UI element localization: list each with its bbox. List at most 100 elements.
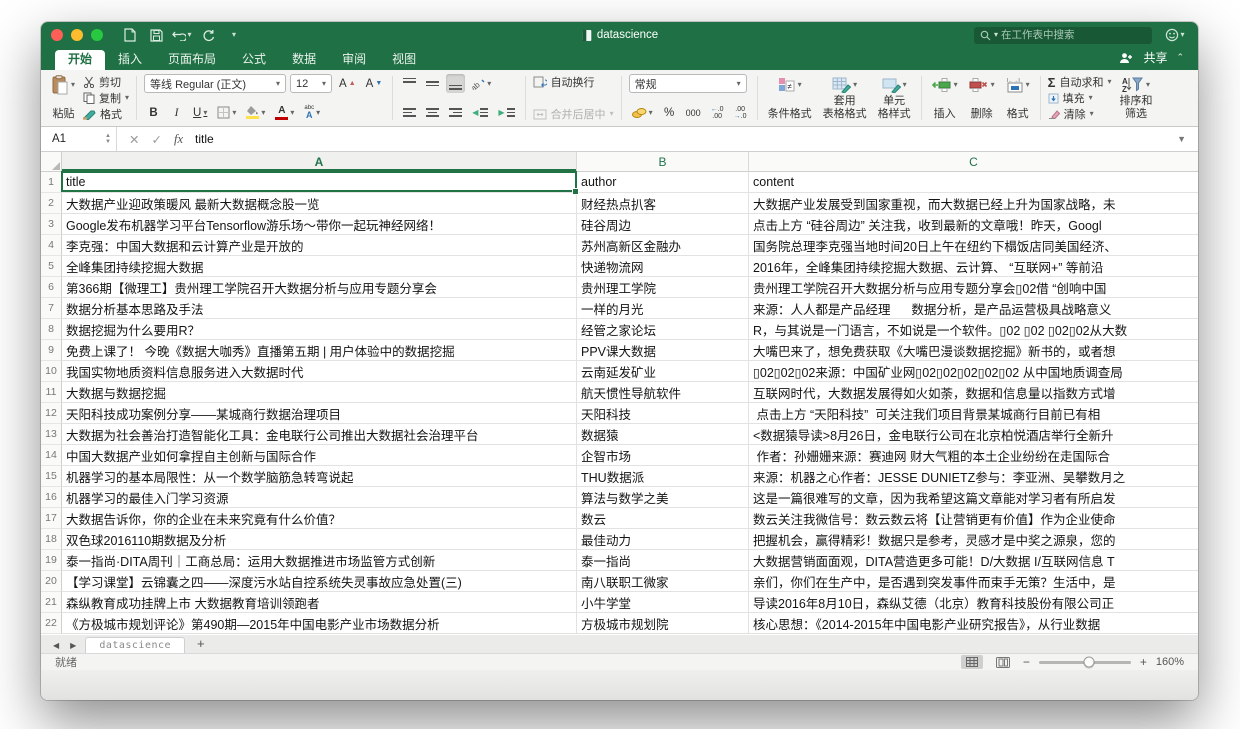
cell-c[interactable]: R，与其说是一门语言，不如说是一个软件。▯02 ▯02 ▯02▯02从大数 bbox=[749, 319, 1198, 340]
cell-a[interactable]: 《方极城市规划评论》第490期—2015年中国电影产业市场数据分析 bbox=[62, 613, 577, 634]
cell-b[interactable]: 财经热点扒客 bbox=[577, 193, 749, 214]
cell-c[interactable]: 2016年，全峰集团持续挖掘大数据、云计算、 “互联网+” 等前沿 bbox=[749, 256, 1198, 277]
cell-a[interactable]: title bbox=[62, 172, 577, 193]
cell-b[interactable]: author bbox=[577, 172, 749, 193]
cell-b[interactable]: 最佳动力 bbox=[577, 529, 749, 550]
row-number[interactable]: 13 bbox=[41, 424, 62, 445]
cell-b[interactable]: 算法与数学之美 bbox=[577, 487, 749, 508]
row-number[interactable]: 10 bbox=[41, 361, 62, 382]
paste-button[interactable]: ▾ 粘贴 bbox=[49, 74, 78, 122]
cell-c[interactable]: 互联网时代，大数据发展得如火如荼，数据和信息量以指数方式增 bbox=[749, 382, 1198, 403]
cell-c[interactable]: 大数据产业发展受到国家重视，而大数据已经上升为国家战略，未 bbox=[749, 193, 1198, 214]
collapse-ribbon-chevron-icon[interactable]: ⌃ bbox=[1176, 52, 1184, 63]
cell-c[interactable]: ▯02▯02▯02来源：中国矿业网▯02▯02▯02▯02▯02 从中国地质调查… bbox=[749, 361, 1198, 382]
row-number[interactable]: 21 bbox=[41, 592, 62, 613]
cell-a[interactable]: 双色球2016110期数据及分析 bbox=[62, 529, 577, 550]
feedback-smiley-button[interactable]: ▾ bbox=[1162, 25, 1188, 45]
tab-formulas[interactable]: 公式 bbox=[229, 50, 279, 70]
cell-c[interactable]: 点击上方 “天阳科技” 可关注我们项目背景某城商行目前已有相 bbox=[749, 403, 1198, 424]
cell-a[interactable]: 大数据产业迎政策暖风 最新大数据概念股一览 bbox=[62, 193, 577, 214]
cell-a[interactable]: 天阳科技成功案例分享——某城商行数据治理项目 bbox=[62, 403, 577, 424]
row-number[interactable]: 17 bbox=[41, 508, 62, 529]
cell-a[interactable]: 免费上课了！ 今晚《数据大咖秀》直播第五期 | 用户体验中的数据挖掘 bbox=[62, 340, 577, 361]
add-sheet-button[interactable]: + bbox=[192, 636, 210, 653]
row-number[interactable]: 4 bbox=[41, 235, 62, 256]
fill-button[interactable]: 填充 ▾ bbox=[1048, 90, 1112, 106]
cancel-icon[interactable]: ✕ bbox=[129, 132, 139, 147]
align-center-button[interactable] bbox=[423, 103, 442, 122]
name-box-stepper[interactable]: ▲▼ bbox=[105, 133, 111, 145]
cell-c[interactable]: 这是一篇很难写的文章，因为我希望这篇文章能对学习者有所启发 bbox=[749, 487, 1198, 508]
phonetic-guide-button[interactable]: abcA ▾ bbox=[301, 103, 323, 122]
formula-input[interactable]: title bbox=[195, 132, 214, 146]
cell-c[interactable]: 数云关注我微信号：数云数云将【让营销更有价值】作为企业使命 bbox=[749, 508, 1198, 529]
align-middle-button[interactable] bbox=[423, 74, 442, 93]
cell-a[interactable]: 第366期【微理工】贵州理工学院召开大数据分析与应用专题分享会 bbox=[62, 277, 577, 298]
percent-style-button[interactable]: % bbox=[660, 103, 679, 122]
cell-a[interactable]: 数据挖掘为什么要用R？ bbox=[62, 319, 577, 340]
cell-b[interactable]: 企智市场 bbox=[577, 445, 749, 466]
copy-button[interactable]: 复制 ▾ bbox=[83, 90, 129, 106]
cell-c[interactable]: 大数据营销面面观，DITA营造更多可能！D/大数据 I/互联网信息 T bbox=[749, 550, 1198, 571]
share-button[interactable]: 共享 bbox=[1143, 49, 1167, 66]
cell-c[interactable]: 大嘴巴来了，想免费获取《大嘴巴漫谈数据挖掘》新书的，或者想 bbox=[749, 340, 1198, 361]
row-number[interactable]: 15 bbox=[41, 466, 62, 487]
zoom-slider-thumb[interactable] bbox=[1084, 657, 1095, 668]
wrap-text-button[interactable]: 自动换行 bbox=[533, 74, 614, 90]
cell-c[interactable]: 来源：人人都是产品经理 数据分析，是产品运营极具战略意义 bbox=[749, 298, 1198, 319]
tab-home[interactable]: 开始 bbox=[55, 50, 105, 70]
cell-b[interactable]: PPV课大数据 bbox=[577, 340, 749, 361]
delete-cells-button[interactable]: ▾ 删除 bbox=[966, 74, 998, 122]
customize-toolbar-button[interactable]: ▾ bbox=[221, 25, 247, 45]
tab-insert[interactable]: 插入 bbox=[105, 50, 155, 70]
search-input[interactable] bbox=[1001, 29, 1131, 41]
autosum-button[interactable]: Σ 自动求和 ▾ bbox=[1048, 74, 1112, 90]
cell-b[interactable]: 一样的月光 bbox=[577, 298, 749, 319]
row-number[interactable]: 9 bbox=[41, 340, 62, 361]
row-number[interactable]: 19 bbox=[41, 550, 62, 571]
zoom-level[interactable]: 160% bbox=[1156, 656, 1184, 668]
redo-button[interactable] bbox=[195, 25, 221, 45]
format-cells-button[interactable]: I←→I▾ 格式 bbox=[1003, 74, 1033, 122]
cell-c[interactable]: 把握机会，赢得精彩！数据只是参考，灵感才是中奖之源泉，您的 bbox=[749, 529, 1198, 550]
search-scope-caret-icon[interactable]: ▾ bbox=[994, 31, 998, 39]
search-box[interactable]: ▾ bbox=[974, 27, 1152, 44]
cell-b[interactable]: 经管之家论坛 bbox=[577, 319, 749, 340]
cell-a[interactable]: 机器学习的基本局限性：从一个数学脑筋急转弯说起 bbox=[62, 466, 577, 487]
zoom-window-button[interactable] bbox=[91, 29, 103, 41]
cell-a[interactable]: 大数据与数据挖掘 bbox=[62, 382, 577, 403]
decrease-font-size-button[interactable]: A▼ bbox=[363, 74, 386, 93]
row-number[interactable]: 6 bbox=[41, 277, 62, 298]
cell-a[interactable]: Google发布机器学习平台Tensorflow游乐场～带你一起玩神经网络！ bbox=[62, 214, 577, 235]
zoom-out-button[interactable]: − bbox=[1023, 656, 1030, 668]
row-number[interactable]: 18 bbox=[41, 529, 62, 550]
column-header-c[interactable]: C bbox=[749, 152, 1198, 171]
underline-button[interactable]: U▾ bbox=[190, 103, 210, 122]
cell-a[interactable]: 我国实物地质资料信息服务进入大数据时代 bbox=[62, 361, 577, 382]
row-number[interactable]: 5 bbox=[41, 256, 62, 277]
cell-a[interactable]: 森纵教育成功挂牌上市 大数据教育培训领跑者 bbox=[62, 592, 577, 613]
row-number[interactable]: 20 bbox=[41, 571, 62, 592]
format-painter-button[interactable]: 格式 bbox=[83, 106, 129, 122]
increase-indent-button[interactable]: ▶ bbox=[495, 103, 517, 122]
column-header-a[interactable]: A bbox=[62, 152, 577, 171]
format-as-table-button[interactable]: ▾ 套用表格格式 bbox=[820, 74, 870, 122]
cell-b[interactable]: THU数据派 bbox=[577, 466, 749, 487]
italic-button[interactable]: I bbox=[167, 103, 186, 122]
insert-function-icon[interactable]: fx bbox=[174, 132, 183, 147]
row-number[interactable]: 16 bbox=[41, 487, 62, 508]
align-bottom-button[interactable] bbox=[446, 74, 465, 93]
cell-c[interactable]: <数据猿导读>8月26日，金电联行公司在北京柏悦酒店举行全新升 bbox=[749, 424, 1198, 445]
page-layout-view-button[interactable] bbox=[992, 655, 1014, 669]
increase-decimal-button[interactable]: ←.0.00 bbox=[708, 103, 727, 122]
cell-c[interactable]: 贵州理工学院召开大数据分析与应用专题分享会▯02借 “创响中国 bbox=[749, 277, 1198, 298]
cell-c[interactable]: 点击上方 “硅谷周边” 关注我，收到最新的文章哦！昨天，Googl bbox=[749, 214, 1198, 235]
next-sheet-arrow-icon[interactable]: ▶ bbox=[68, 641, 78, 653]
cell-b[interactable]: 方极城市规划院 bbox=[577, 613, 749, 634]
row-number[interactable]: 14 bbox=[41, 445, 62, 466]
cell-b[interactable]: 南八联职工微家 bbox=[577, 571, 749, 592]
cell-c[interactable]: content bbox=[749, 172, 1198, 193]
cell-c[interactable]: 导读2016年8月10日，森纵艾德（北京）教育科技股份有限公司正 bbox=[749, 592, 1198, 613]
zoom-slider[interactable] bbox=[1039, 661, 1131, 664]
cell-b[interactable]: 数云 bbox=[577, 508, 749, 529]
